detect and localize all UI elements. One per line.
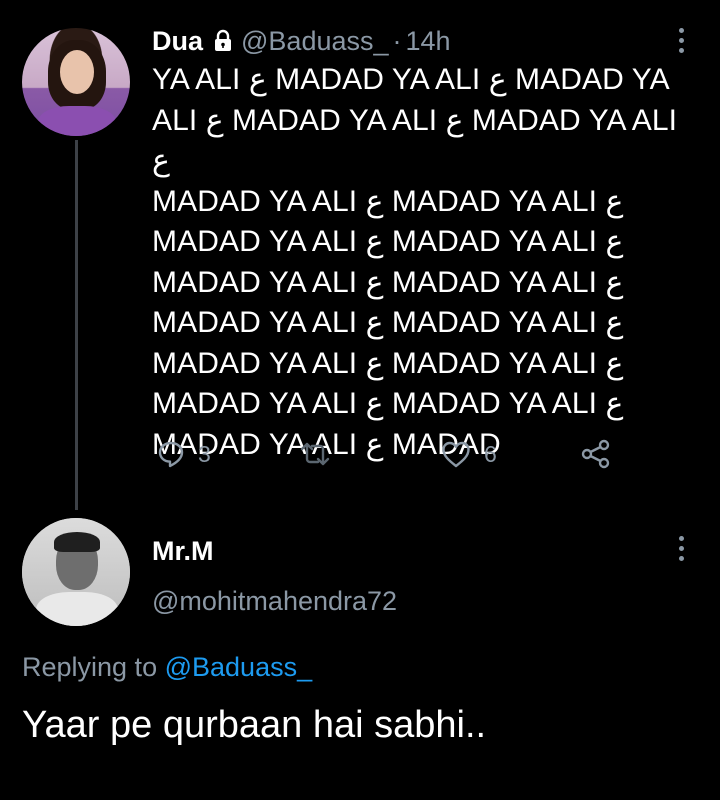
reply-author-avatar[interactable] xyxy=(22,518,130,626)
lock-icon xyxy=(211,29,235,53)
tweet-text-line: MADAD YA ALI ع MADAD YA ALI ع xyxy=(152,184,624,218)
reply-icon xyxy=(156,439,186,469)
tweet-text-line: MADAD YA ALI ع MADAD YA ALI ع xyxy=(152,225,624,258)
avatar-hair xyxy=(54,532,100,552)
avatar-body xyxy=(38,106,116,136)
avatar-body xyxy=(36,592,118,626)
avatar-face xyxy=(60,50,94,94)
reply-text: Yaar pe qurbaan hai sabhi.. xyxy=(22,704,487,746)
replying-to-label: Replying to xyxy=(22,652,158,682)
retweet-icon xyxy=(298,439,332,469)
reply-tweet[interactable]: Mr.M @mohitmahendra72 Replying to @Badua… xyxy=(0,510,720,800)
replying-to: Replying to @Baduass_ xyxy=(22,652,312,683)
like-count: 6 xyxy=(484,440,497,467)
replying-to-handle[interactable]: @Baduass_ xyxy=(165,652,313,682)
tweet-text-line: ALI ع MADAD YA ALI ع MADAD YA ALI ع xyxy=(152,103,678,178)
tweet-timestamp[interactable]: 14h xyxy=(406,26,451,57)
reply-author-display-name[interactable]: Mr.M xyxy=(152,536,214,567)
tweet-text-line: YA ALI ع MADAD YA ALI ع MADAD YA xyxy=(152,63,670,96)
reply-author-handle[interactable]: @mohitmahendra72 xyxy=(152,586,397,617)
author-avatar[interactable] xyxy=(22,28,130,136)
thread-line xyxy=(75,140,78,510)
reply-count: 3 xyxy=(198,440,211,467)
tweet-header: Dua @Baduass_ · 14h xyxy=(152,26,451,56)
author-display-name[interactable]: Dua xyxy=(152,26,203,57)
tweet-text: YA ALI ع MADAD YA ALI ع MADAD YA ALI ع M… xyxy=(152,60,682,465)
tweet[interactable]: Dua @Baduass_ · 14h YA ALI ع MADAD YA AL… xyxy=(0,0,720,510)
time-separator: · xyxy=(392,25,402,56)
more-vertical-icon[interactable] xyxy=(677,536,685,566)
reply-button[interactable]: 3 xyxy=(156,436,211,472)
tweet-text-line: MADAD YA ALI ع MADAD YA ALI ع xyxy=(152,265,624,299)
share-icon xyxy=(580,438,612,470)
tweet-actions: 3 6 xyxy=(152,436,622,472)
share-button[interactable] xyxy=(580,436,612,472)
heart-icon xyxy=(440,439,472,469)
tweet-text-line: MADAD YA ALI ع MADAD YA ALI ع xyxy=(152,306,624,339)
like-button[interactable]: 6 xyxy=(440,436,497,472)
more-vertical-icon[interactable] xyxy=(677,28,685,58)
tweet-text-line: MADAD YA ALI ع MADAD YA ALI ع xyxy=(152,387,624,420)
author-handle[interactable]: @Baduass_ xyxy=(241,26,389,57)
tweet-text-line: MADAD YA ALI ع MADAD YA ALI ع xyxy=(152,346,624,380)
retweet-button[interactable] xyxy=(298,436,332,472)
